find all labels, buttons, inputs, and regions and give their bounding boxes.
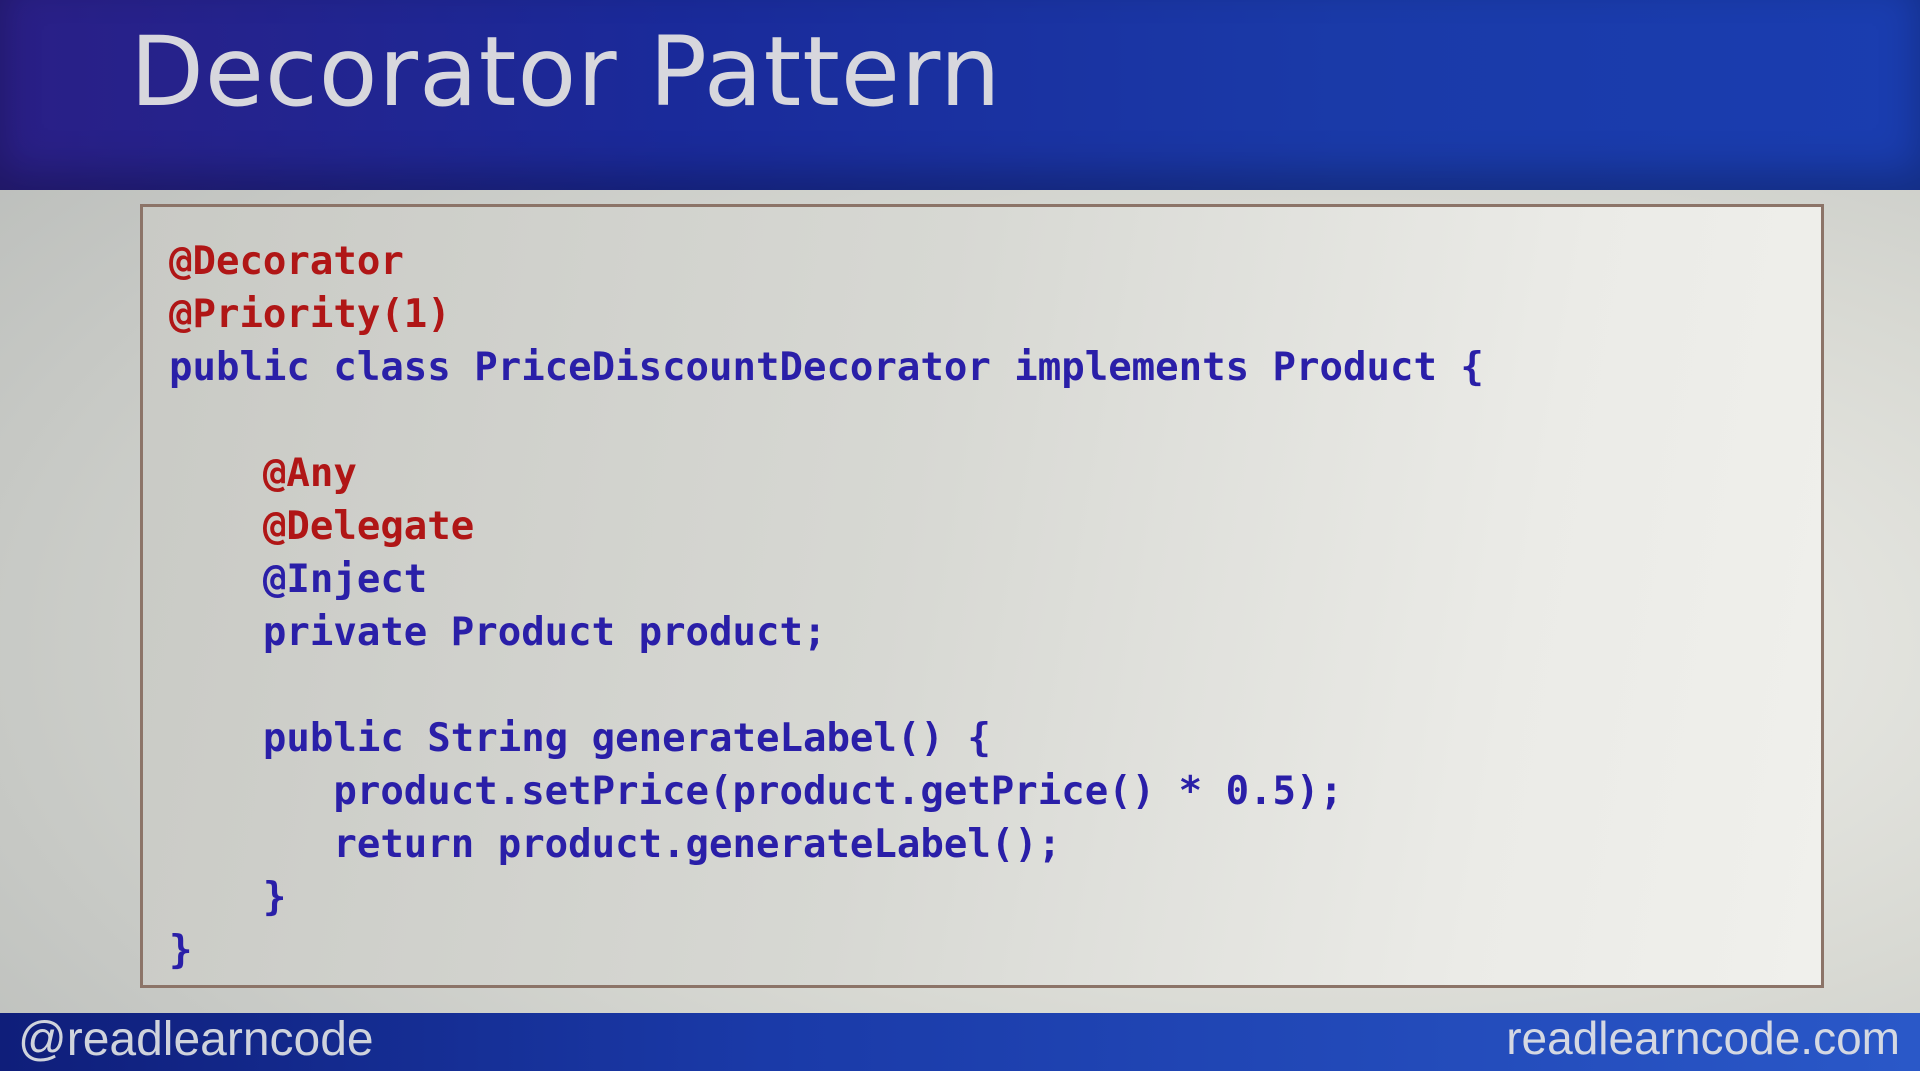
footer-handle: @readlearncode xyxy=(18,1013,374,1066)
code-line: @Delegate xyxy=(169,504,475,549)
code-line: return product.generateLabel(); xyxy=(169,822,1062,867)
code-line: @Any xyxy=(169,451,357,496)
code-line: private Product product; xyxy=(169,610,827,655)
footer-site: readlearncode.com xyxy=(1506,1012,1900,1064)
code-line: } xyxy=(169,928,193,973)
slide: Decorator Pattern @Decorator @Priority(1)… xyxy=(0,0,1920,1071)
code-line: } xyxy=(169,875,287,920)
code-line: @Inject xyxy=(169,557,428,602)
slide-title: Decorator Pattern xyxy=(130,16,1002,128)
code-line: product.setPrice(product.getPrice() * 0.… xyxy=(169,769,1343,814)
code-line: public String generateLabel() { xyxy=(169,716,991,761)
code-listing: @Decorator @Priority(1) public class Price… xyxy=(169,235,1484,977)
code-panel: @Decorator @Priority(1) public class Price… xyxy=(140,204,1824,988)
slide-header: Decorator Pattern xyxy=(0,0,1920,190)
code-line: public class PriceDiscountDecorator impl… xyxy=(169,345,1484,390)
code-line: @Priority(1) xyxy=(169,292,451,337)
code-line: @Decorator xyxy=(169,239,404,284)
